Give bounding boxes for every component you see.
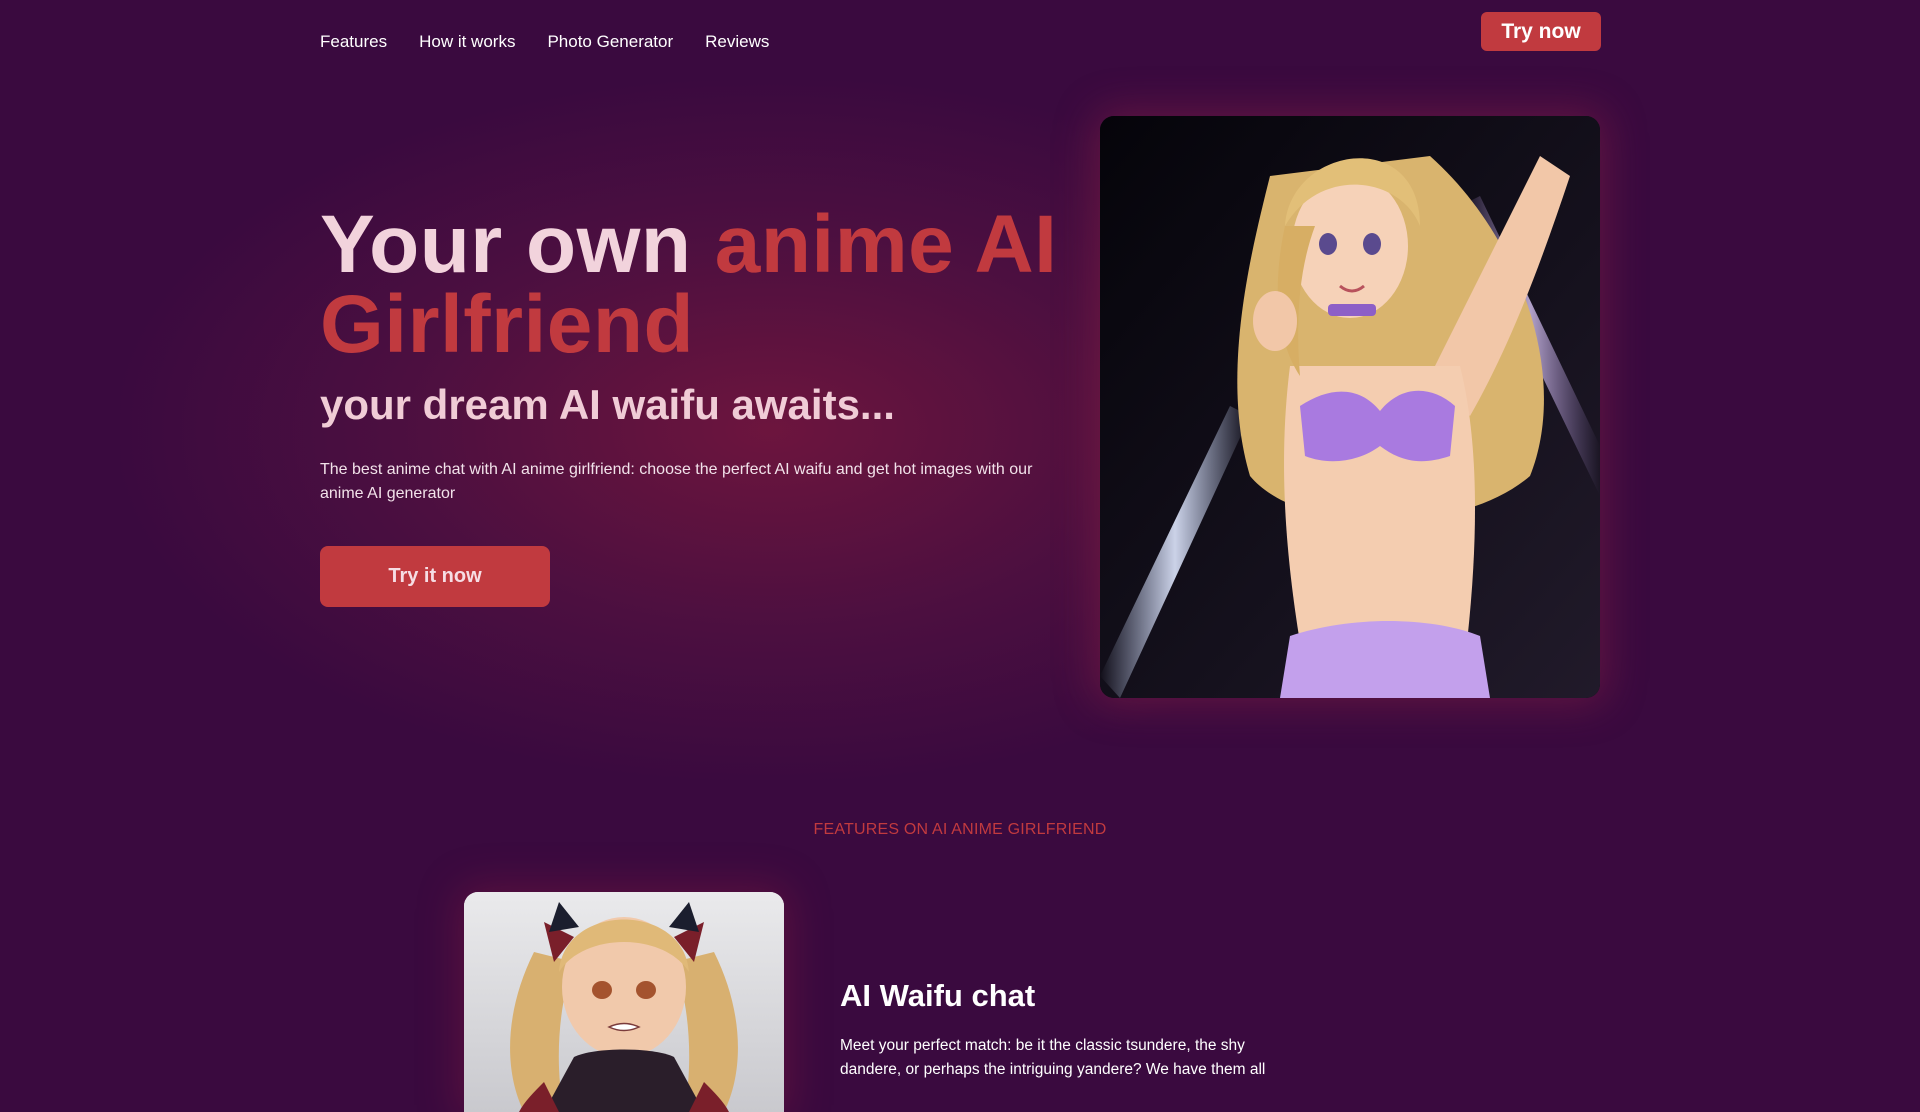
hero-subtitle: your dream AI waifu awaits... [320, 381, 895, 428]
nav-link-features[interactable]: Features [320, 32, 387, 52]
nav-link-reviews[interactable]: Reviews [705, 32, 769, 52]
nav-link-photo-generator[interactable]: Photo Generator [547, 32, 673, 52]
hero-title-part1: Your own [320, 199, 715, 290]
hero-image [1100, 116, 1600, 698]
try-now-button[interactable]: Try now [1481, 12, 1601, 51]
features-section-label: FEATURES ON AI ANIME GIRLFRIEND [813, 821, 1107, 838]
try-it-now-button[interactable]: Try it now [320, 546, 550, 607]
feature-title-waifu-chat: AI Waifu chat [840, 978, 1036, 1013]
feature-image-waifu-chat [464, 892, 784, 1112]
hero-anime-girl-illustration [1100, 116, 1600, 698]
top-navigation: Features How it works Photo Generator Re… [320, 32, 769, 52]
feature-anime-girl-illustration [464, 892, 784, 1112]
hero-title: Your own anime AI Girlfriend [320, 204, 1080, 366]
nav-link-how-it-works[interactable]: How it works [419, 32, 515, 52]
feature-description-waifu-chat: Meet your perfect match: be it the class… [840, 1037, 1266, 1078]
hero-description: The best anime chat with AI anime girlfr… [320, 461, 1033, 502]
